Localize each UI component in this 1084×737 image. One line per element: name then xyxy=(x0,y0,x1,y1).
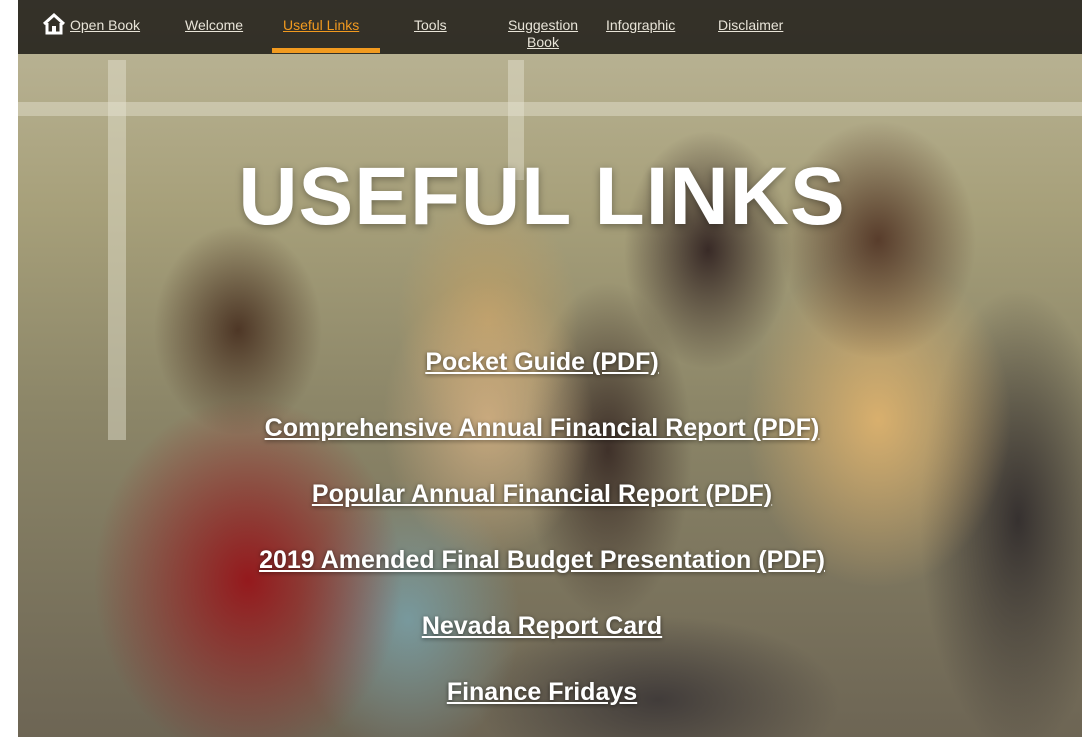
link-nevada-report-card[interactable]: Nevada Report Card xyxy=(422,612,662,640)
nav-link-welcome[interactable]: Welcome xyxy=(185,17,243,34)
top-navigation-bar: Open Book Welcome Useful Links Tools Sug… xyxy=(18,0,1082,54)
nav-link-suggestion-book[interactable]: Suggestion Book xyxy=(500,17,586,51)
link-comprehensive-annual-financial-report[interactable]: Comprehensive Annual Financial Report (P… xyxy=(265,414,820,442)
nav-link-useful-links[interactable]: Useful Links xyxy=(283,17,359,34)
background-window-frame xyxy=(18,102,1082,116)
active-tab-indicator xyxy=(272,48,380,53)
nav-link-open-book[interactable]: Open Book xyxy=(70,17,140,34)
nav-link-disclaimer[interactable]: Disclaimer xyxy=(718,17,783,34)
list-item: Finance Fridays xyxy=(0,670,1084,736)
list-item: Popular Annual Financial Report (PDF) xyxy=(0,472,1084,538)
list-item: Pocket Guide (PDF) xyxy=(0,340,1084,406)
nav-link-tools[interactable]: Tools xyxy=(414,17,447,34)
link-pocket-guide[interactable]: Pocket Guide (PDF) xyxy=(425,348,658,376)
useful-links-list: Pocket Guide (PDF) Comprehensive Annual … xyxy=(0,340,1084,736)
link-popular-annual-financial-report[interactable]: Popular Annual Financial Report (PDF) xyxy=(312,480,772,508)
page-title: USEFUL LINKS xyxy=(238,151,846,242)
list-item: Comprehensive Annual Financial Report (P… xyxy=(0,406,1084,472)
nav-link-infographic[interactable]: Infographic xyxy=(606,17,675,34)
list-item: 2019 Amended Final Budget Presentation (… xyxy=(0,538,1084,604)
link-finance-fridays[interactable]: Finance Fridays xyxy=(447,678,637,706)
link-amended-final-budget-presentation[interactable]: 2019 Amended Final Budget Presentation (… xyxy=(259,546,825,574)
list-item: Nevada Report Card xyxy=(0,604,1084,670)
home-icon[interactable] xyxy=(42,12,66,36)
